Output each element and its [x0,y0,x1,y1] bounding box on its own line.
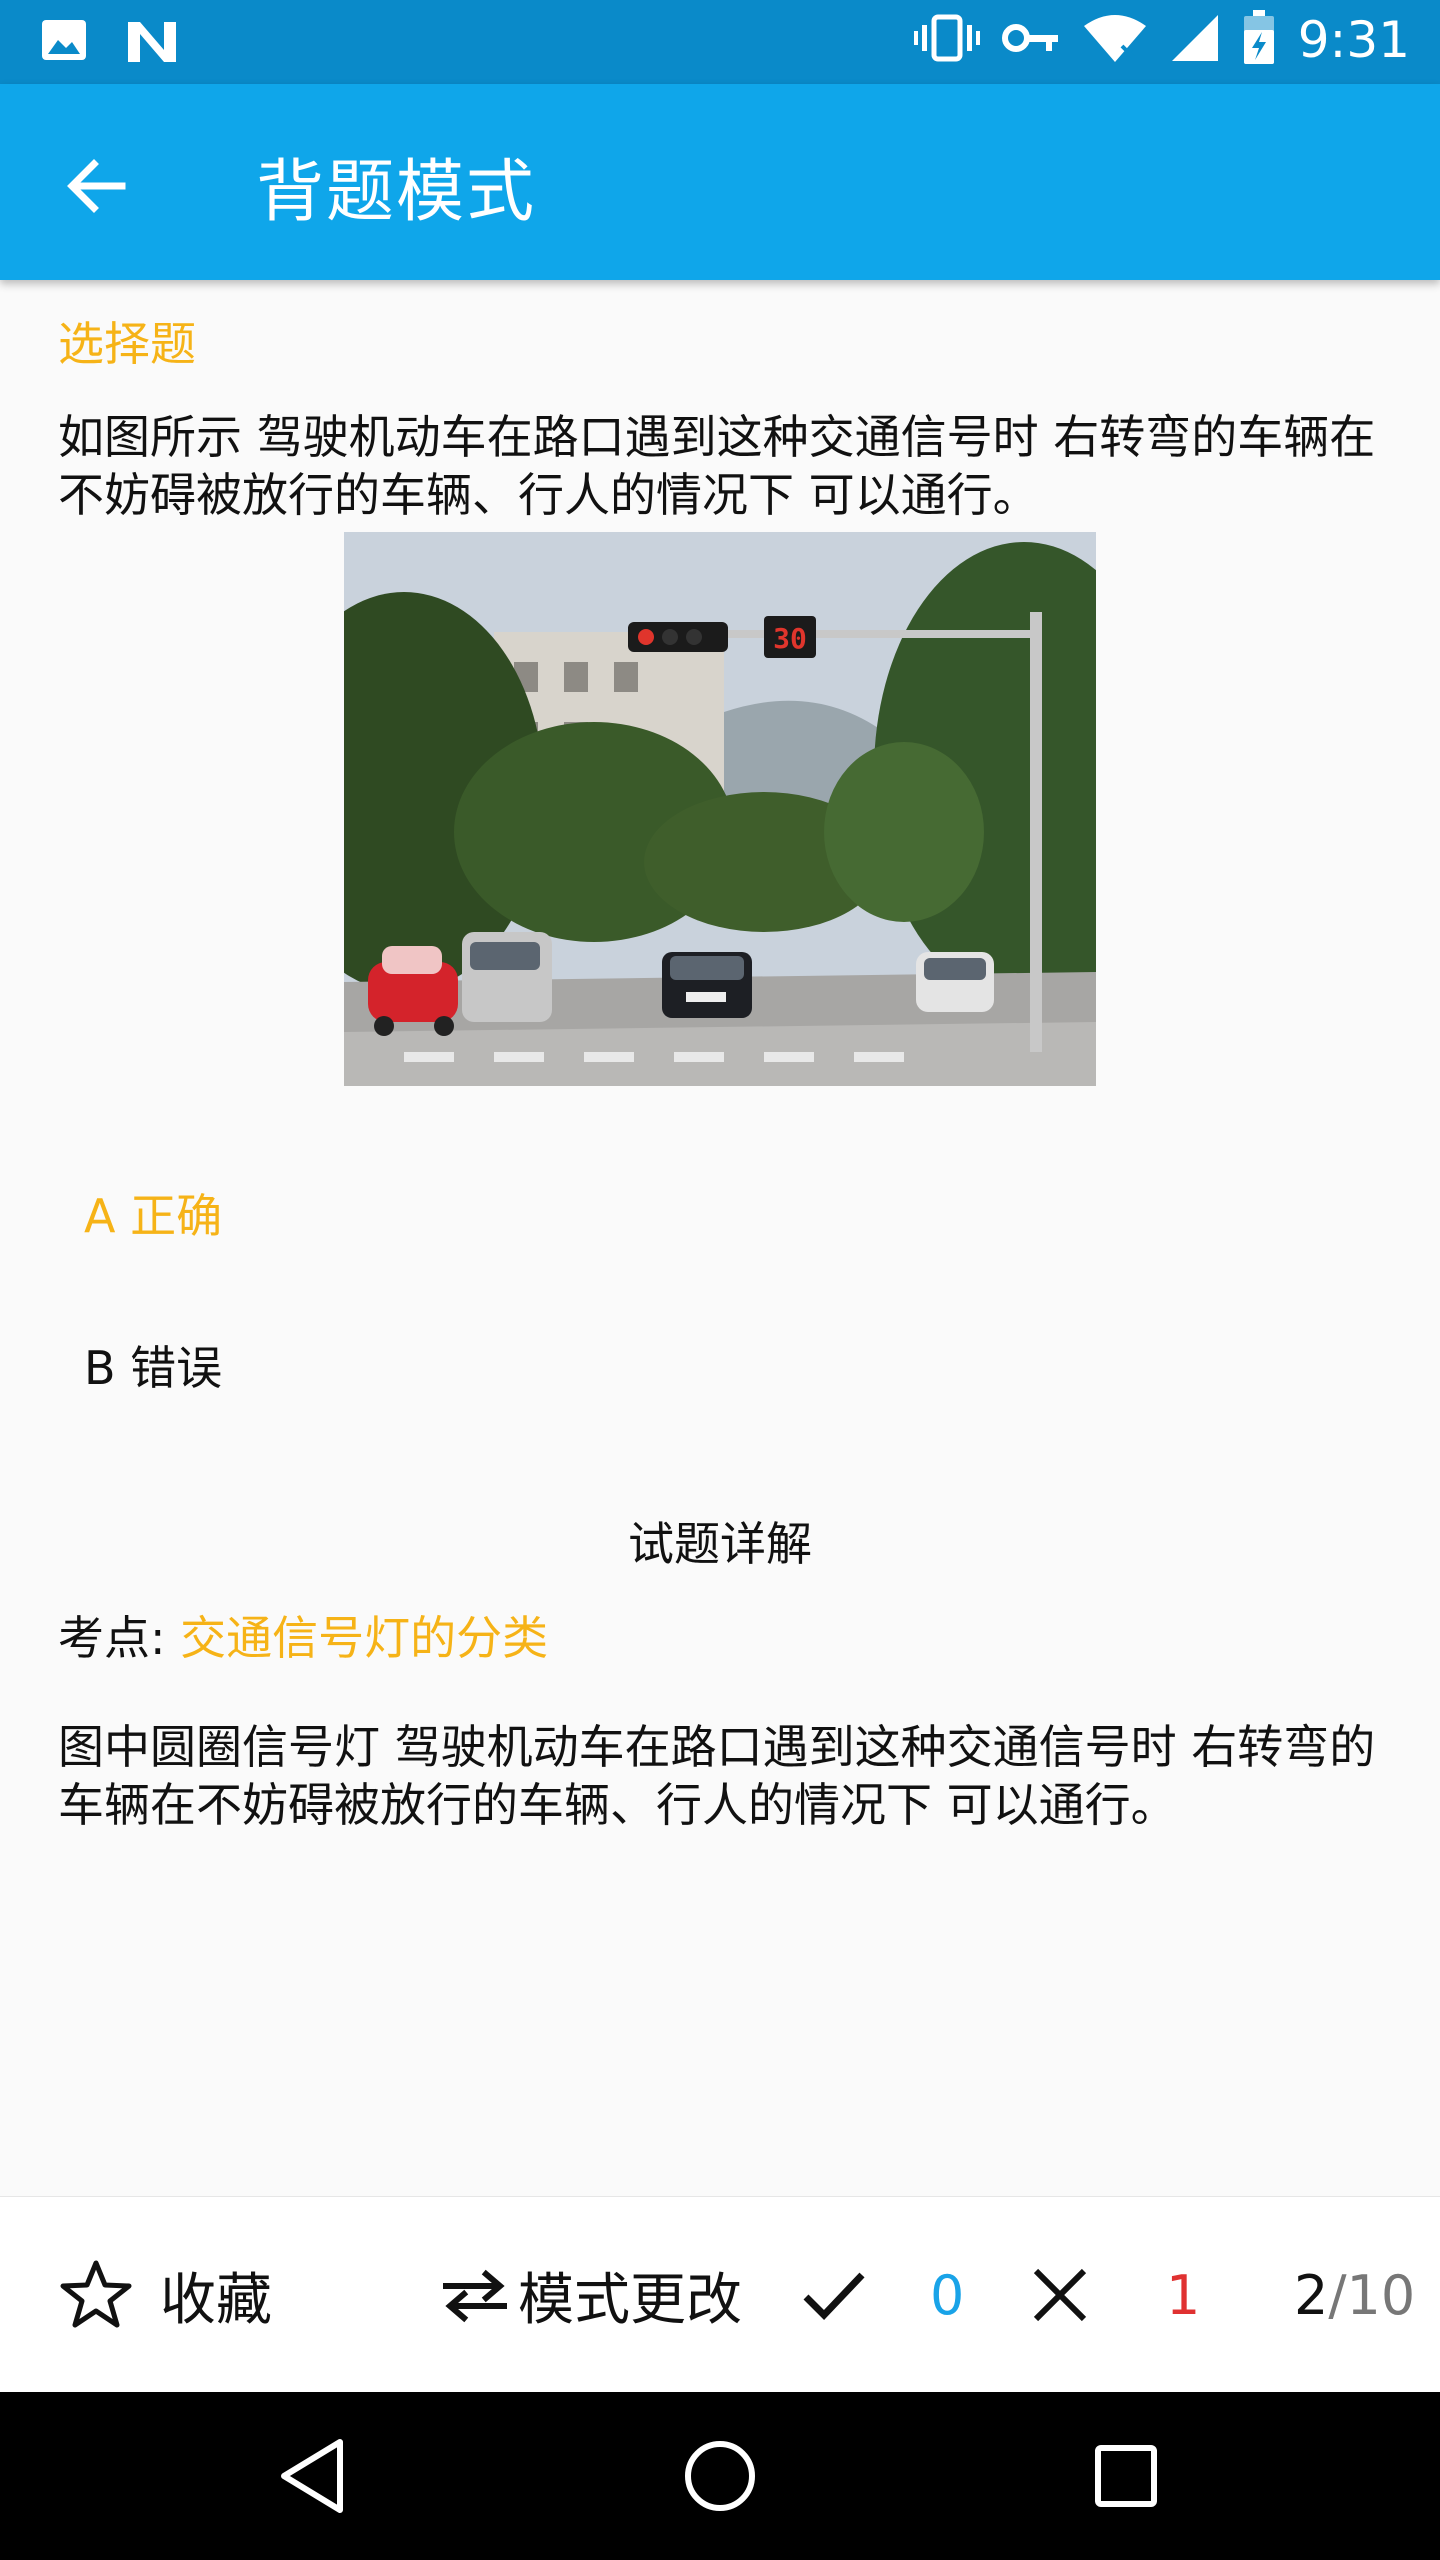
bottom-action-bar: 收藏 模式更改 0 1 2/10 [0,2196,1440,2392]
check-icon [803,2272,865,2321]
image-icon [40,18,88,68]
wrong-count-value: 1 [1166,2263,1201,2327]
wifi-icon [1082,12,1148,68]
n-icon [124,18,180,68]
signal-timer-text: 30 [773,622,807,655]
status-time: 9:31 [1297,11,1410,69]
system-navigation-bar [0,2392,1440,2560]
triangle-back-icon [281,2439,343,2513]
status-bar: 9:31 [0,0,1440,84]
question-type-label: 选择题 [58,317,196,371]
question-image: 30 [344,532,1096,1086]
favorite-button[interactable]: 收藏 [58,2197,272,2393]
vibrate-icon [913,13,980,67]
app-bar: 背题模式 [0,84,1440,280]
question-pager[interactable]: 2/10 [1294,2197,1415,2393]
back-button[interactable] [60,148,136,224]
page-title: 背题模式 [256,153,537,232]
option-b[interactable]: B 错误 [84,1332,222,1398]
key-point-label: 考点: [58,1611,166,1665]
explanation-text: 图中圆圈信号灯 驾驶机动车在路口遇到这种交通信号时 右转弯的车辆在不妨碍被放行的… [58,1720,1376,1832]
current-question-number: 2 [1294,2263,1329,2327]
battery-icon [1242,10,1276,70]
square-recents-icon [1095,2445,1157,2507]
signal-icon [1170,13,1220,67]
swap-icon [443,2269,507,2323]
correct-count: 0 [800,2197,964,2393]
explanation-title: 试题详解 [628,1517,812,1571]
question-text: 如图所示 驾驶机动车在路口遇到这种交通信号时 右转弯的车辆在不妨碍被放行的车辆、… [58,410,1376,522]
correct-count-value: 0 [930,2263,965,2327]
key-point: 考点: 交通信号灯的分类 [58,1602,548,1668]
arrow-left-icon [67,159,126,213]
wrong-count: 1 [1030,2197,1200,2393]
star-icon [60,2260,132,2328]
favorite-label: 收藏 [160,2267,272,2333]
close-icon [1033,2268,1087,2322]
circle-home-icon [685,2441,755,2511]
option-a[interactable]: A 正确 [84,1180,222,1246]
nav-recents-button[interactable] [1080,2430,1172,2522]
mode-change-label: 模式更改 [518,2267,742,2333]
nav-home-button[interactable] [674,2430,766,2522]
mode-change-button[interactable]: 模式更改 [440,2197,742,2393]
total-questions: /10 [1328,2263,1416,2327]
key-icon [1001,18,1060,62]
nav-back-button[interactable] [270,2430,362,2522]
key-point-value[interactable]: 交通信号灯的分类 [180,1611,548,1665]
